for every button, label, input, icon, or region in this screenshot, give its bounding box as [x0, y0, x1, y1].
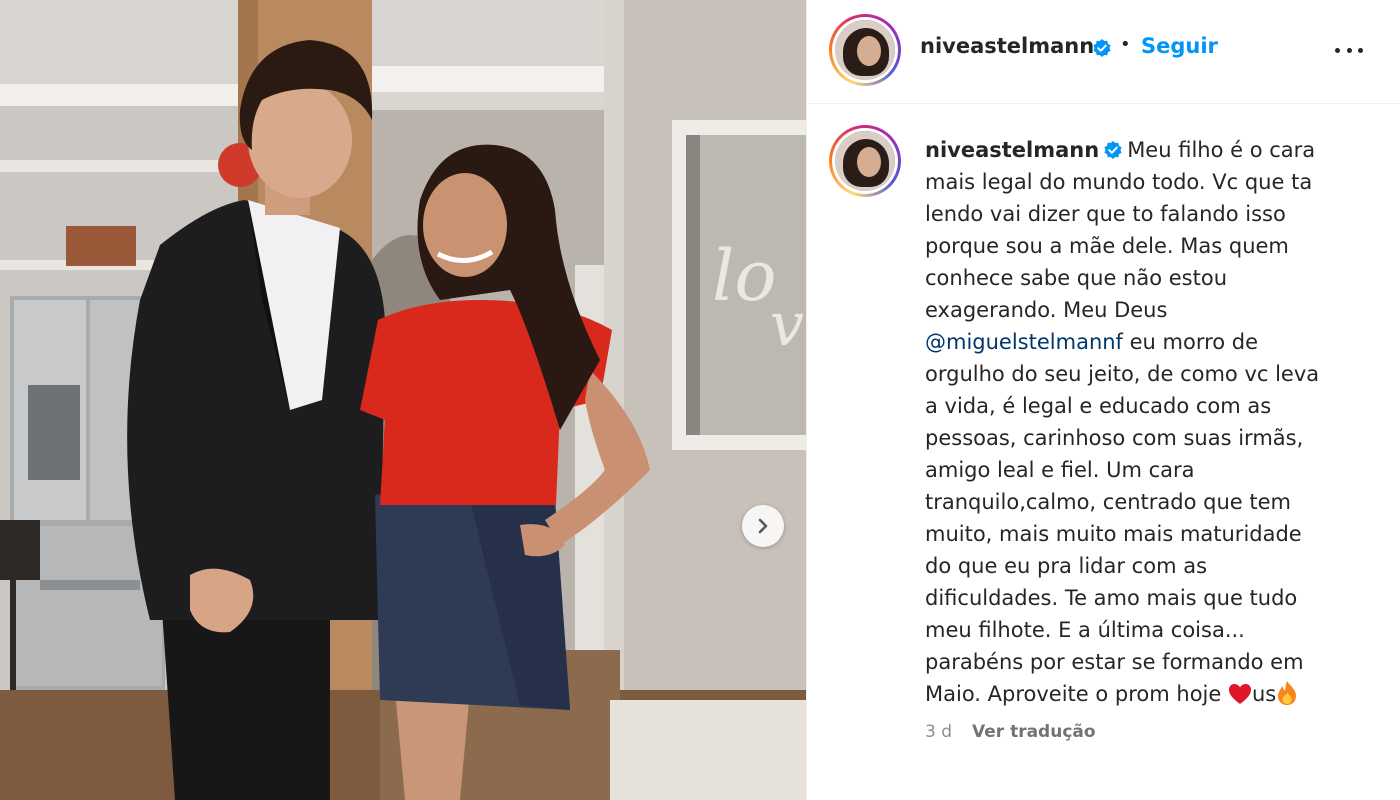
post-caption: niveastelmann Meu filho é o cara mais leg…: [925, 134, 1365, 710]
caption-text: a vida, é legal e educado com as: [925, 394, 1272, 418]
caption-text: eu morro de: [1122, 330, 1259, 354]
post-meta: 3 d Ver tradução: [925, 722, 1096, 742]
carousel-next-button[interactable]: [742, 505, 784, 547]
svg-text:lo: lo: [712, 235, 777, 317]
caption-text: porque sou a mãe dele. Mas quem: [925, 234, 1289, 258]
caption-text: parabéns por estar se formando em: [925, 650, 1304, 674]
caption-line-mention: @miguelstelmannf eu morro de: [925, 326, 1365, 358]
caption-text: meu filhote. E a última coisa...: [925, 618, 1245, 642]
chevron-right-icon: [758, 518, 768, 534]
caption-avatar[interactable]: [829, 125, 901, 197]
separator-dot: •: [1120, 34, 1131, 55]
caption-username[interactable]: niveastelmann: [925, 138, 1099, 162]
post-timestamp[interactable]: 3 d: [925, 722, 952, 742]
caption-text: Maio. Aproveite o prom hoje: [925, 682, 1228, 706]
caption-text: pessoas, carinhoso com suas irmãs,: [925, 426, 1304, 450]
caption-text: orgulho do seu jeito, de como vc leva: [925, 362, 1320, 386]
red-heart-icon: [1228, 684, 1251, 704]
caption-text: amigo leal e fiel. Um cara: [925, 458, 1195, 482]
more-options-button[interactable]: [1331, 38, 1367, 62]
fire-icon: [1278, 681, 1297, 705]
user-mention-link[interactable]: @miguelstelmannf: [925, 330, 1123, 354]
verified-badge-icon: [1093, 39, 1111, 57]
post-header: niveastelmann • Seguir: [807, 0, 1400, 104]
caption-text: tranquilo,calmo, centrado que tem: [925, 490, 1291, 514]
caption-text: dificuldades. Te amo mais que tudo: [925, 586, 1298, 610]
caption-line-1: niveastelmann Meu filho é o cara: [925, 134, 1365, 166]
caption-text: lendo vai dizer que to falando isso: [925, 202, 1286, 226]
caption-text: muito, mais muito mais maturidade: [925, 522, 1302, 546]
post-side-panel: niveastelmann • Seguir niveastelmann Meu …: [806, 0, 1400, 800]
post-photo[interactable]: lo v: [0, 0, 806, 800]
caption-text: conhece sabe que não estou: [925, 266, 1227, 290]
see-translation-link[interactable]: Ver tradução: [972, 722, 1096, 742]
caption-text: do que eu pra lidar com as: [925, 554, 1208, 578]
avatar[interactable]: [829, 14, 901, 86]
caption-text: us: [1251, 682, 1277, 706]
verified-badge-icon: [1104, 141, 1122, 159]
caption-last-line: Maio. Aproveite o prom hoje us: [925, 678, 1365, 710]
caption-text: Meu filho é o cara: [1127, 138, 1316, 162]
header-username[interactable]: niveastelmann: [920, 34, 1094, 58]
caption-text: exagerando. Meu Deus: [925, 298, 1168, 322]
caption-text: mais legal do mundo todo. Vc que ta: [925, 170, 1313, 194]
svg-text:v: v: [770, 290, 804, 360]
photo-illustration: lo v: [0, 0, 806, 800]
more-horizontal-icon: [1335, 47, 1340, 53]
follow-button[interactable]: Seguir: [1141, 34, 1218, 58]
